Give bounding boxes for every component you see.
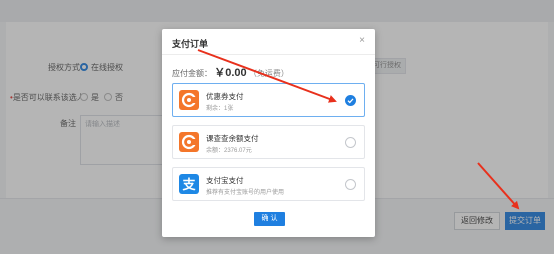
option-sub: 推荐有支付宝账号的用户使用: [206, 190, 285, 196]
option-name: 支付宝支付: [206, 176, 244, 185]
svg-text:支: 支: [181, 177, 196, 193]
close-icon[interactable]: ×: [359, 35, 365, 46]
alipay-icon: 支: [179, 174, 199, 194]
balance-icon: [179, 132, 199, 152]
amount-note: （免运费）: [248, 69, 289, 78]
option-sub: 余额：2376.07元: [206, 148, 252, 154]
modal-divider: [162, 54, 375, 55]
option-name: 课查查余额支付: [206, 134, 259, 143]
option-radio[interactable]: [345, 137, 356, 148]
coupon-icon: [179, 90, 199, 110]
amount-row: 应付金额： ￥0.00 （免运费）: [172, 64, 289, 80]
option-name: 优惠券支付: [206, 92, 244, 101]
payment-modal: 支付订单 × 应付金额： ￥0.00 （免运费） 优惠券支付 剩余：1张 课查查…: [162, 29, 375, 237]
confirm-button[interactable]: 确 认: [254, 212, 285, 226]
option-sub: 剩余：1张: [206, 106, 234, 112]
payment-option-alipay[interactable]: 支 支付宝支付 推荐有支付宝账号的用户使用: [172, 167, 365, 201]
modal-title: 支付订单: [172, 39, 209, 49]
option-radio[interactable]: [345, 179, 356, 190]
amount-label: 应付金额：: [172, 69, 212, 78]
payment-option-balance[interactable]: 课查查余额支付 余额：2376.07元: [172, 125, 365, 159]
payment-option-coupon[interactable]: 优惠券支付 剩余：1张: [172, 83, 365, 117]
amount-value: ￥0.00: [214, 67, 247, 79]
option-radio-checked[interactable]: [345, 95, 356, 106]
